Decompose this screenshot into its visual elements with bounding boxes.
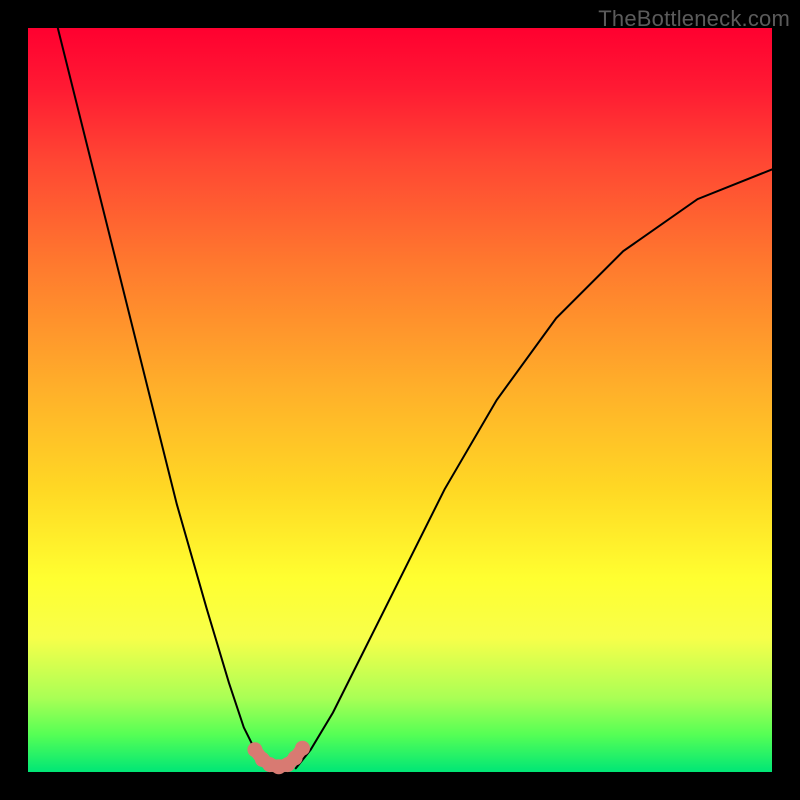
plot-area [28, 28, 772, 772]
trough-markers [247, 741, 310, 775]
curve-svg [28, 28, 772, 772]
curve-left-branch [58, 28, 270, 768]
chart-frame: TheBottleneck.com [0, 0, 800, 800]
trough-marker-dot [295, 741, 310, 756]
curve-right-branch [296, 169, 772, 768]
